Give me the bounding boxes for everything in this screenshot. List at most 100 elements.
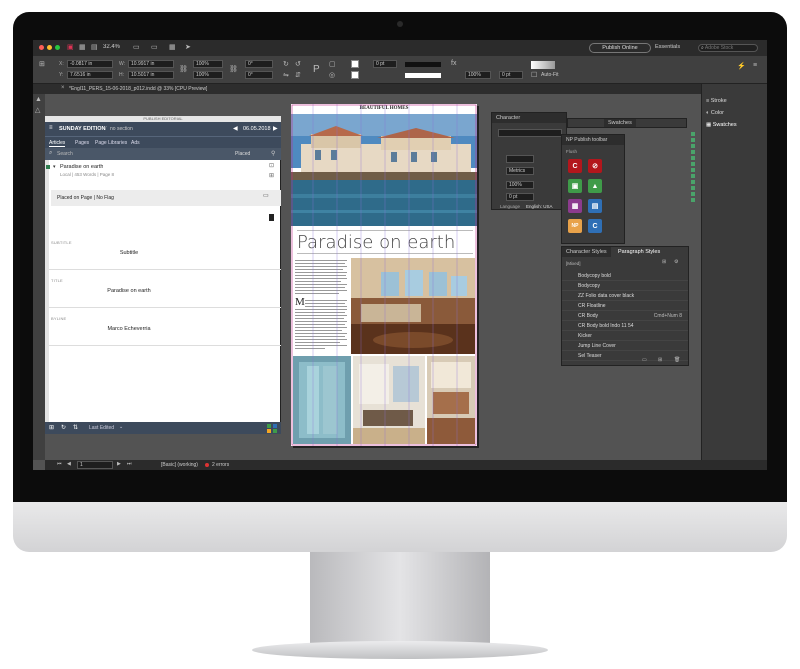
- rotate-ccw-icon[interactable]: ↺: [295, 60, 301, 68]
- preflight-errors[interactable]: 2 errors: [212, 462, 229, 468]
- effects-icon[interactable]: fx: [451, 60, 456, 67]
- field-title[interactable]: TITLE Paradise on earth: [49, 272, 281, 308]
- tab-pages[interactable]: Pages: [75, 140, 89, 146]
- baseline-shift-field[interactable]: 0 pt: [506, 193, 534, 201]
- edition-date[interactable]: 06.05.2018: [243, 126, 271, 132]
- refresh-icon[interactable]: ↻: [61, 424, 66, 431]
- swatch-chip[interactable]: [691, 192, 695, 196]
- flip-horizontal-icon[interactable]: ⇋: [283, 71, 289, 79]
- bridge-icon[interactable]: ▦: [79, 43, 86, 51]
- np-publish-icon[interactable]: C: [568, 159, 582, 173]
- tab-articles[interactable]: Articles: [49, 140, 66, 147]
- swatch-chip[interactable]: [691, 162, 695, 166]
- first-page-icon[interactable]: ⏮: [57, 461, 62, 467]
- expand-article-icon[interactable]: ▾: [53, 164, 56, 170]
- swatch-chip[interactable]: [691, 144, 695, 148]
- arrange-documents-icon[interactable]: ▦: [169, 43, 176, 51]
- edition-name[interactable]: SUNDAY EDITION: [59, 126, 105, 132]
- select-container-icon[interactable]: ▢: [329, 60, 336, 68]
- article-title[interactable]: Paradise on earth: [60, 164, 103, 170]
- character-panel-tab[interactable]: Character: [492, 113, 566, 123]
- leading-field[interactable]: [506, 155, 534, 163]
- zoom-level[interactable]: 32.4%: [103, 44, 120, 50]
- np-lock-icon[interactable]: ▲: [588, 179, 602, 193]
- dock-color[interactable]: ◐ Color: [706, 110, 724, 116]
- h-field[interactable]: 10.5017 in: [128, 71, 174, 79]
- stroke-style-preview[interactable]: [405, 73, 441, 78]
- font-family-field[interactable]: [498, 129, 562, 137]
- stroke-swatch[interactable]: [351, 71, 359, 79]
- vertical-scale-field[interactable]: 100%: [506, 181, 534, 189]
- swatch-chip[interactable]: [691, 198, 695, 202]
- tab-ads[interactable]: Ads: [131, 140, 140, 146]
- style-item[interactable]: Kicker: [562, 331, 688, 341]
- folder-icon[interactable]: ▭: [642, 357, 647, 363]
- dock-swatches[interactable]: ▦ Swatches: [706, 122, 737, 128]
- swatches-tab[interactable]: Swatches: [604, 119, 636, 127]
- style-item[interactable]: ZZ Folio data cover black: [562, 291, 688, 301]
- next-date-icon[interactable]: ▶: [273, 125, 278, 132]
- style-item[interactable]: CR Body bold Indo 11 54: [562, 321, 688, 331]
- delete-style-icon[interactable]: 🗑: [674, 357, 680, 363]
- kerning-field[interactable]: Metrics: [506, 167, 534, 175]
- swatch-chip[interactable]: [691, 138, 695, 142]
- np-unlink-icon[interactable]: ⊘: [588, 159, 602, 173]
- sort-chevron-down-icon[interactable]: ⌄: [119, 424, 123, 430]
- page-icon[interactable]: [269, 214, 274, 221]
- send-icon[interactable]: ➤: [185, 43, 191, 51]
- style-item[interactable]: Bodycopy: [562, 281, 688, 291]
- swatch-chip[interactable]: [691, 180, 695, 184]
- fill-swatch[interactable]: [351, 60, 359, 68]
- x-field[interactable]: -0.0817 in: [67, 60, 113, 68]
- direct-selection-tool-icon[interactable]: △: [35, 106, 40, 114]
- style-item[interactable]: CR Body Cmd+Num 8: [562, 311, 688, 321]
- scale-x-field[interactable]: 100%: [193, 60, 223, 68]
- stock-icon[interactable]: ▤: [91, 43, 98, 51]
- close-tab-icon[interactable]: ×: [61, 85, 65, 91]
- selection-tool-icon[interactable]: ▲: [35, 96, 42, 103]
- np-article-icon[interactable]: ▣: [568, 179, 582, 193]
- previous-date-icon[interactable]: ◀: [233, 125, 238, 132]
- style-item[interactable]: Jump Line Cover: [562, 341, 688, 351]
- autofit-checkbox[interactable]: ☐: [531, 71, 537, 79]
- panel-menu-icon[interactable]: ≡: [753, 62, 757, 69]
- filter-icon[interactable]: ⚲: [271, 150, 275, 157]
- np-toolbar-title[interactable]: NP Publish toolbar: [562, 135, 624, 145]
- constrain-scale-icon[interactable]: ⛓: [229, 65, 238, 73]
- reference-point-icon[interactable]: ⊞: [39, 60, 45, 68]
- language-dropdown[interactable]: English: USA: [526, 204, 553, 209]
- field-byline[interactable]: BYLINE Marco Echeverria: [49, 310, 281, 346]
- np-sync-icon[interactable]: C: [588, 219, 602, 233]
- np-filter-dropdown[interactable]: Placed: [235, 151, 250, 157]
- flip-vertical-icon[interactable]: ⇵: [295, 71, 301, 79]
- np-document-icon[interactable]: ▤: [588, 199, 602, 213]
- lock-icon[interactable]: ⊡: [269, 162, 274, 169]
- lightning-icon[interactable]: ⚡: [737, 62, 746, 70]
- swatch-chip[interactable]: [691, 156, 695, 160]
- last-page-icon[interactable]: ⏭: [127, 461, 132, 467]
- link-icon[interactable]: ⊞: [269, 172, 274, 179]
- swatch-chip[interactable]: [691, 168, 695, 172]
- style-item[interactable]: CR Floatline: [562, 301, 688, 311]
- screen-mode-icon[interactable]: ▭: [151, 43, 158, 51]
- stroke-pt-field[interactable]: 0 pt: [499, 71, 523, 79]
- view-options-icon[interactable]: ▭: [133, 43, 140, 51]
- publish-online-button[interactable]: Publish Online: [589, 43, 651, 53]
- tab-paragraph-styles[interactable]: Paragraph Styles: [614, 247, 665, 257]
- stock-search-input[interactable]: ⌕ Adobe Stock: [698, 44, 758, 52]
- gradient-preview[interactable]: [531, 61, 555, 69]
- np-search-input[interactable]: Search: [57, 151, 73, 157]
- document-page[interactable]: BEAUTIFUL HOMES Paradise on earth M: [291, 104, 477, 446]
- next-page-icon[interactable]: ▶: [117, 461, 121, 467]
- style-options-icon[interactable]: ⚙: [674, 259, 678, 265]
- scale-y-field[interactable]: 100%: [193, 71, 223, 79]
- hamburger-menu-icon[interactable]: ≡: [49, 125, 53, 131]
- swatch-chip[interactable]: [691, 174, 695, 178]
- style-item[interactable]: Sel Teaser: [562, 351, 688, 361]
- field-subtitle[interactable]: SUBTITLE Subtitle: [49, 234, 281, 270]
- rotate-cw-icon[interactable]: ↻: [283, 60, 289, 68]
- y-field[interactable]: 7.6516 in: [67, 71, 113, 79]
- maximize-window-button[interactable]: [55, 45, 60, 50]
- dock-stroke[interactable]: ≡ Stroke: [706, 98, 727, 104]
- paragraph-icon[interactable]: P: [313, 64, 320, 75]
